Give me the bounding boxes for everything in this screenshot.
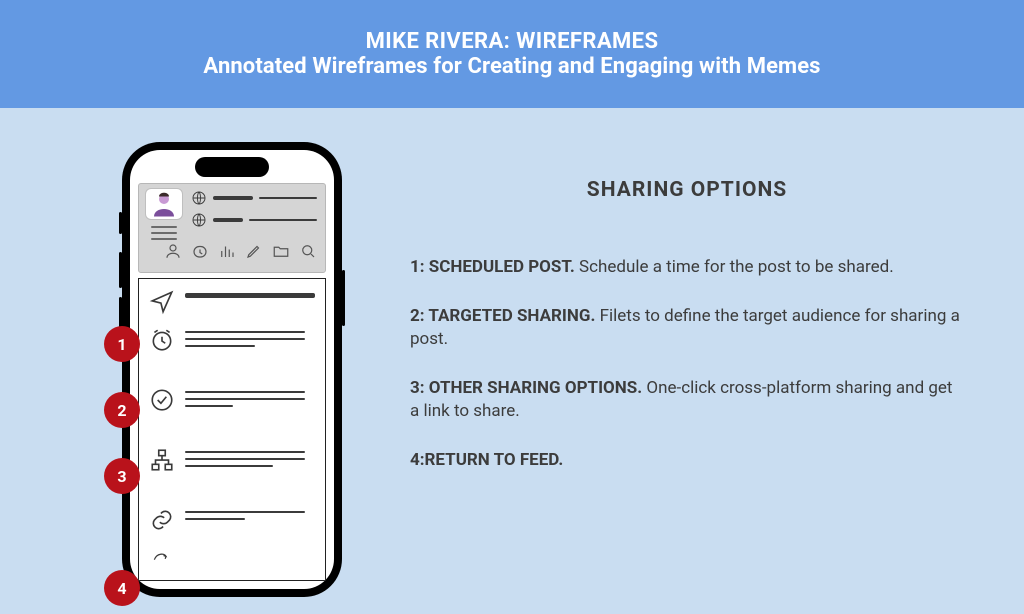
note-text: Schedule a time for the post to be share… — [579, 257, 894, 277]
phone-wireframe — [122, 142, 342, 597]
placeholder-line — [185, 518, 245, 520]
placeholder-line — [185, 511, 305, 513]
header-band: MIKE RIVERA: WIREFRAMES Annotated Wirefr… — [0, 0, 1024, 108]
profile-card — [138, 183, 326, 273]
phone-notch — [195, 157, 269, 177]
analytics-icon — [218, 242, 236, 260]
avatar-icon — [149, 189, 179, 219]
share-arrow-icon — [149, 548, 173, 568]
globe-icon — [191, 190, 207, 206]
pencil-icon — [245, 242, 263, 260]
annotation-note-3: 3: OTHER SHARING OPTIONS. One-click cros… — [410, 377, 964, 423]
placeholder-line — [259, 197, 317, 199]
link-row — [149, 507, 315, 533]
note-label: 4:RETURN TO FEED. — [410, 450, 563, 470]
link-icon — [149, 507, 175, 533]
placeholder-line — [185, 391, 305, 393]
annotation-note-4: 4:RETURN TO FEED. — [410, 449, 964, 472]
targeted-sharing-row — [149, 387, 315, 413]
annotation-badge-2: 2 — [104, 392, 140, 428]
phone-screen — [130, 150, 334, 589]
section-title: SHARING OPTIONS — [410, 178, 964, 202]
paper-plane-icon — [149, 289, 175, 315]
check-circle-icon — [149, 387, 175, 413]
timer-icon — [191, 242, 209, 260]
placeholder-line — [185, 451, 305, 453]
note-label: 2: TARGETED SHARING. — [410, 306, 600, 326]
annotation-badge-3: 3 — [104, 458, 140, 494]
annotation-badge-4: 4 — [104, 570, 140, 606]
placeholder-line — [185, 338, 305, 340]
placeholder-line — [185, 465, 273, 467]
user-icon — [164, 242, 182, 260]
placeholder-line — [185, 293, 315, 298]
org-chart-icon — [149, 447, 175, 473]
placeholder-line — [185, 331, 305, 333]
clock-icon — [149, 327, 175, 353]
annotation-note-1: 1: SCHEDULED POST. Schedule a time for t… — [410, 256, 964, 279]
share-header — [149, 289, 315, 315]
annotation-note-2: 2: TARGETED SHARING. Filets to define th… — [410, 305, 964, 351]
placeholder-line — [213, 196, 253, 200]
note-label: 3: OTHER SHARING OPTIONS. — [410, 378, 646, 398]
annotations-panel: SHARING OPTIONS 1: SCHEDULED POST. Sched… — [410, 178, 964, 498]
placeholder-line — [249, 219, 317, 221]
placeholder-line — [185, 405, 233, 407]
scheduled-post-row — [149, 327, 315, 353]
placeholder-line — [185, 345, 255, 347]
placeholder-line — [185, 398, 305, 400]
share-panel — [138, 278, 326, 581]
annotation-badge-1: 1 — [104, 326, 140, 362]
note-label: 1: SCHEDULED POST. — [410, 257, 579, 277]
other-sharing-row — [149, 447, 315, 473]
return-to-feed-row — [149, 548, 175, 568]
menu-icon — [151, 226, 177, 240]
header-subtitle: Annotated Wireframes for Creating and En… — [203, 54, 820, 79]
avatar — [145, 188, 183, 220]
header-title: MIKE RIVERA: WIREFRAMES — [366, 29, 659, 54]
placeholder-line — [185, 458, 305, 460]
phone-side-button — [342, 270, 345, 326]
placeholder-line — [213, 218, 243, 222]
globe-icon — [191, 212, 207, 228]
main-stage: 1 2 3 4 — [0, 108, 1024, 614]
search-icon — [299, 242, 317, 260]
folder-icon — [272, 242, 290, 260]
